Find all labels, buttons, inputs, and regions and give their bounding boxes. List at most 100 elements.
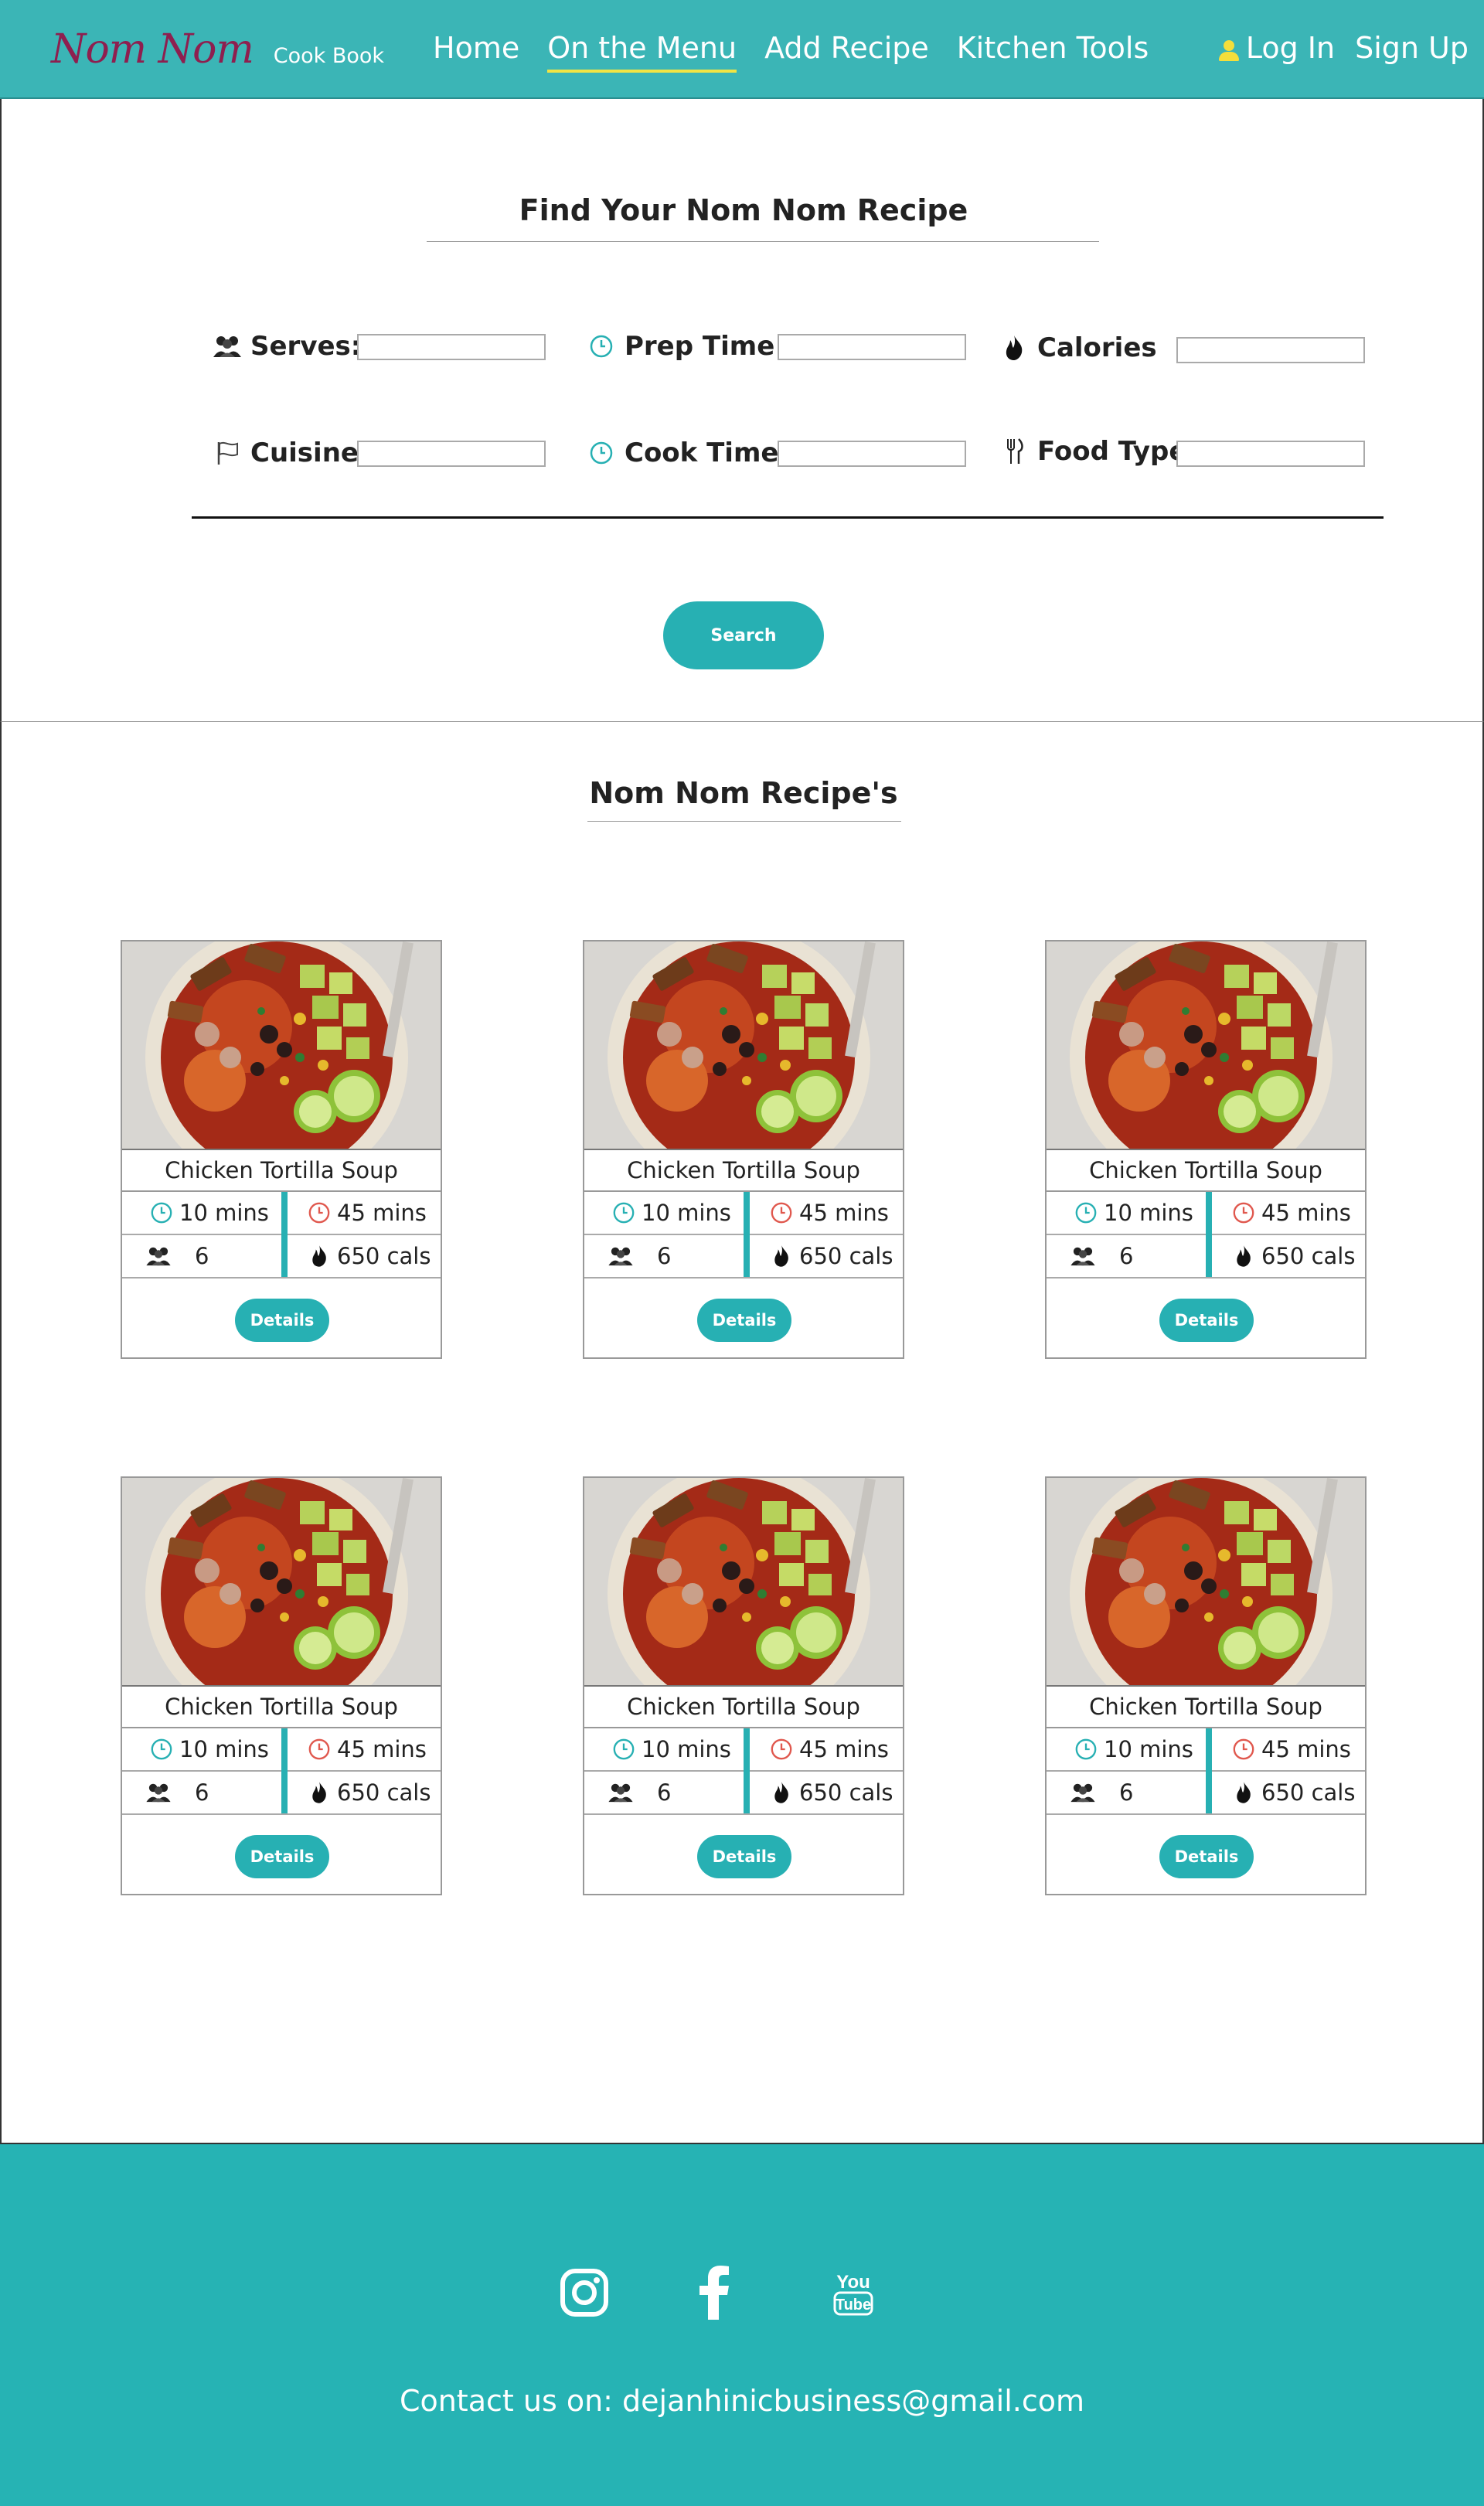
clock-icon — [611, 1200, 637, 1226]
details-button[interactable]: Details — [1159, 1835, 1254, 1878]
prep-time-value: 10 mins — [642, 1200, 731, 1226]
prep-time-field: Prep Time : — [586, 331, 795, 362]
youtube-icon-text-1: You — [836, 2272, 870, 2293]
clock-icon — [1230, 1736, 1257, 1762]
details-button[interactable]: Details — [235, 1835, 329, 1878]
instagram-icon[interactable] — [553, 2262, 615, 2324]
brand-logo[interactable]: Nom Nom — [51, 26, 254, 73]
youtube-icon[interactable]: You Tube — [822, 2262, 884, 2324]
people-icon — [608, 1243, 634, 1269]
cook-time-value: 45 mins — [799, 1200, 889, 1226]
recipe-card: Chicken Tortilla Soup 10 mins 45 mins 6 … — [1045, 940, 1367, 1359]
clock-icon — [768, 1200, 795, 1226]
recipe-image — [122, 1478, 441, 1685]
serves-stat: 6 — [145, 1772, 209, 1813]
cuisine-input[interactable] — [357, 441, 546, 467]
cook-time-label: Cook Time: — [625, 438, 790, 468]
nav-home[interactable]: Home — [433, 31, 519, 73]
prep-time-stat: 10 mins — [148, 1728, 269, 1770]
cook-time-stat: 45 mins — [768, 1192, 889, 1234]
cook-time-stat: 45 mins — [306, 1192, 427, 1234]
calories-stat: 650 cals — [306, 1235, 431, 1277]
recipe-name: Chicken Tortilla Soup — [1047, 1685, 1365, 1728]
recipe-image — [584, 941, 903, 1149]
serves-input[interactable] — [357, 334, 546, 360]
flame-icon — [306, 1779, 332, 1806]
search-title-rule — [427, 241, 1099, 242]
stat-divider — [584, 1813, 903, 1815]
search-divider — [192, 516, 1384, 519]
login-link[interactable]: Log In — [1246, 31, 1335, 70]
recipes-section: Nom Nom Recipe's Chicken Tortilla Soup 1… — [0, 722, 1484, 2144]
contact-text: Contact us on: dejanhinicbusiness@gmail.… — [399, 2384, 1085, 2418]
clock-icon — [306, 1200, 332, 1226]
food-type-label: Food Type: — [1037, 436, 1198, 467]
facebook-icon[interactable] — [683, 2262, 745, 2324]
nav-on-the-menu[interactable]: On the Menu — [547, 31, 737, 73]
calories-stat: 650 cals — [1230, 1235, 1355, 1277]
recipe-card: Chicken Tortilla Soup 10 mins 45 mins 6 … — [121, 1476, 442, 1895]
recipe-image — [1047, 1478, 1365, 1685]
calories-value: 650 cals — [337, 1779, 431, 1806]
search-title: Find Your Nom Nom Recipe — [519, 193, 968, 227]
search-button[interactable]: Search — [663, 601, 824, 669]
recipe-name: Chicken Tortilla Soup — [584, 1149, 903, 1192]
calories-value: 650 cals — [799, 1243, 893, 1269]
people-icon — [145, 1243, 172, 1269]
brand[interactable]: Nom Nom Cook Book — [51, 26, 384, 73]
details-button[interactable]: Details — [235, 1299, 329, 1342]
cuisine-label: Cuisine: — [250, 438, 369, 468]
flame-icon — [768, 1243, 795, 1269]
recipe-image — [584, 1478, 903, 1685]
recipes-title-rule — [587, 821, 901, 822]
nav-add-recipe[interactable]: Add Recipe — [764, 31, 929, 73]
cook-time-value: 45 mins — [1261, 1736, 1351, 1762]
prep-time-value: 10 mins — [642, 1736, 731, 1762]
serves-stat: 6 — [1070, 1235, 1133, 1277]
food-type-input[interactable] — [1176, 441, 1365, 467]
stat-column-separator — [744, 1728, 750, 1813]
brand-subtitle: Cook Book — [273, 44, 385, 68]
prep-time-input[interactable] — [778, 334, 966, 360]
recipe-card: Chicken Tortilla Soup 10 mins 45 mins 6 … — [1045, 1476, 1367, 1895]
cook-time-input[interactable] — [778, 441, 966, 467]
cook-time-value: 45 mins — [337, 1200, 427, 1226]
details-button[interactable]: Details — [697, 1299, 791, 1342]
cook-time-value: 45 mins — [337, 1736, 427, 1762]
recipe-card: Chicken Tortilla Soup 10 mins 45 mins 6 … — [583, 940, 904, 1359]
flame-icon — [1230, 1243, 1257, 1269]
calories-value: 650 cals — [799, 1779, 893, 1806]
clock-icon — [586, 331, 617, 362]
flame-icon — [306, 1243, 332, 1269]
calories-field: Calories : — [999, 332, 1195, 363]
calories-value: 650 cals — [1261, 1779, 1356, 1806]
prep-time-stat: 10 mins — [148, 1192, 269, 1234]
signup-link[interactable]: Sign Up — [1355, 31, 1469, 70]
clock-icon — [148, 1200, 175, 1226]
clock-icon — [306, 1736, 332, 1762]
stat-divider — [1047, 1813, 1365, 1815]
navbar: Nom Nom Cook Book Home On the Menu Add R… — [0, 0, 1484, 99]
people-icon — [1070, 1243, 1096, 1269]
people-icon — [608, 1779, 634, 1806]
prep-time-value: 10 mins — [1104, 1200, 1193, 1226]
calories-input[interactable] — [1176, 337, 1365, 363]
cook-time-stat: 45 mins — [306, 1728, 427, 1770]
details-button[interactable]: Details — [1159, 1299, 1254, 1342]
people-icon — [1070, 1779, 1096, 1806]
serves-value: 6 — [657, 1779, 672, 1806]
serves-value: 6 — [657, 1243, 672, 1269]
calories-value: 650 cals — [337, 1243, 431, 1269]
prep-time-label: Prep Time : — [625, 331, 795, 362]
recipes-title: Nom Nom Recipe's — [589, 776, 898, 810]
cook-time-stat: 45 mins — [1230, 1728, 1351, 1770]
flag-icon — [212, 438, 243, 468]
food-type-field: Food Type: — [999, 436, 1197, 467]
nav-kitchen-tools[interactable]: Kitchen Tools — [957, 31, 1149, 73]
clock-icon — [768, 1736, 795, 1762]
recipe-name: Chicken Tortilla Soup — [584, 1685, 903, 1728]
details-button[interactable]: Details — [697, 1835, 791, 1878]
stat-column-separator — [744, 1192, 750, 1277]
clock-icon — [1073, 1200, 1099, 1226]
stat-column-separator — [1206, 1728, 1212, 1813]
